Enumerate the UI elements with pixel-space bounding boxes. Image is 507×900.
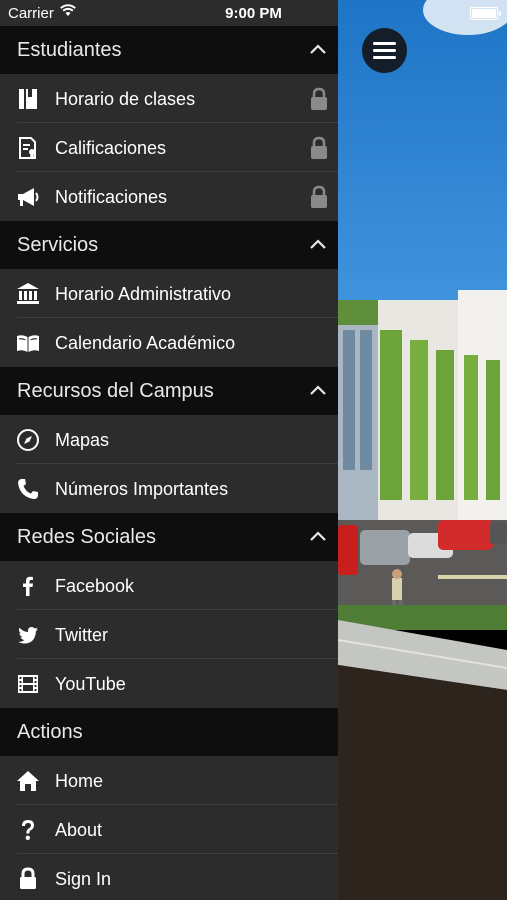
menu-item-about[interactable]: About <box>0 805 338 854</box>
menu-item-label: Mapas <box>55 430 110 450</box>
menu-item-label: Sign In <box>55 869 112 889</box>
menu-item-notificaciones[interactable]: Notificaciones <box>0 172 338 221</box>
grades-document-icon <box>16 136 40 160</box>
menu-item-calificaciones[interactable]: Calificaciones <box>0 123 338 172</box>
menu-item-facebook[interactable]: Facebook <box>0 561 338 610</box>
section-title: Servicios <box>17 234 99 256</box>
film-strip-icon <box>16 672 40 696</box>
battery-icon <box>470 7 501 20</box>
chevron-up-icon[interactable] <box>309 235 327 253</box>
menu-item-label: Calificaciones <box>55 138 167 158</box>
menu-item-label: YouTube <box>55 674 126 694</box>
menu-item-label: Calendario Académico <box>55 333 236 353</box>
section-header-servicios[interactable]: Servicios <box>0 221 338 269</box>
section-title: Actions <box>17 721 83 743</box>
chevron-up-icon[interactable] <box>309 40 327 58</box>
status-bar: Carrier 9:00 PM <box>0 0 507 26</box>
menu-item-label: Números Importantes <box>55 479 229 499</box>
menu-item-calendario-academico[interactable]: Calendario Académico <box>0 318 338 367</box>
megaphone-icon <box>16 185 40 209</box>
section-title: Redes Sociales <box>17 526 156 548</box>
menu-icon[interactable] <box>362 28 407 73</box>
facebook-icon <box>16 574 40 598</box>
twitter-bird-icon <box>16 623 40 647</box>
chevron-up-icon[interactable] <box>309 527 327 545</box>
section-header-recursos-del-campus[interactable]: Recursos del Campus <box>0 367 338 415</box>
menu-item-label: Home <box>55 771 104 791</box>
menu-item-sign-in[interactable]: Sign In <box>0 854 338 900</box>
lock-icon <box>310 136 328 160</box>
menu-item-label: Twitter <box>55 625 109 645</box>
menu-item-home[interactable]: Home <box>0 756 338 805</box>
menu-item-youtube[interactable]: YouTube <box>0 659 338 708</box>
lock-icon <box>310 185 328 209</box>
menu-item-horario-de-clases[interactable]: Horario de clases <box>0 74 338 123</box>
status-time: 9:00 PM <box>225 5 282 22</box>
home-icon <box>16 769 40 793</box>
open-book-icon <box>16 331 40 355</box>
bank-building-icon <box>16 282 40 306</box>
menu-item-label: Horario de clases <box>55 89 196 109</box>
section-header-redes-sociales[interactable]: Redes Sociales <box>0 513 338 561</box>
chevron-up-icon[interactable] <box>309 381 327 399</box>
menu-item-label: Facebook <box>55 576 135 596</box>
menu-item-horario-administrativo[interactable]: Horario Administrativo <box>0 269 338 318</box>
compass-icon <box>16 428 40 452</box>
menu-item-label: Notificaciones <box>55 187 168 207</box>
padlock-icon <box>16 867 40 891</box>
question-mark-icon <box>16 818 40 842</box>
menu-item-twitter[interactable]: Twitter <box>0 610 338 659</box>
menu-item-label: About <box>55 820 103 840</box>
book-icon <box>16 87 40 111</box>
lock-icon <box>310 87 328 111</box>
section-header-estudiantes[interactable]: Estudiantes <box>0 26 338 74</box>
section-header-actions: Actions <box>0 708 338 756</box>
menu-item-mapas[interactable]: Mapas <box>0 415 338 464</box>
menu-item-label: Horario Administrativo <box>55 284 232 304</box>
campus-background-image <box>338 0 507 900</box>
section-title: Estudiantes <box>17 39 122 61</box>
section-title: Recursos del Campus <box>17 380 214 402</box>
side-menu: Estudiantes Horario de clases Calificacion… <box>0 0 338 900</box>
phone-icon <box>16 477 40 501</box>
menu-item-numeros-importantes[interactable]: Números Importantes <box>0 464 338 513</box>
